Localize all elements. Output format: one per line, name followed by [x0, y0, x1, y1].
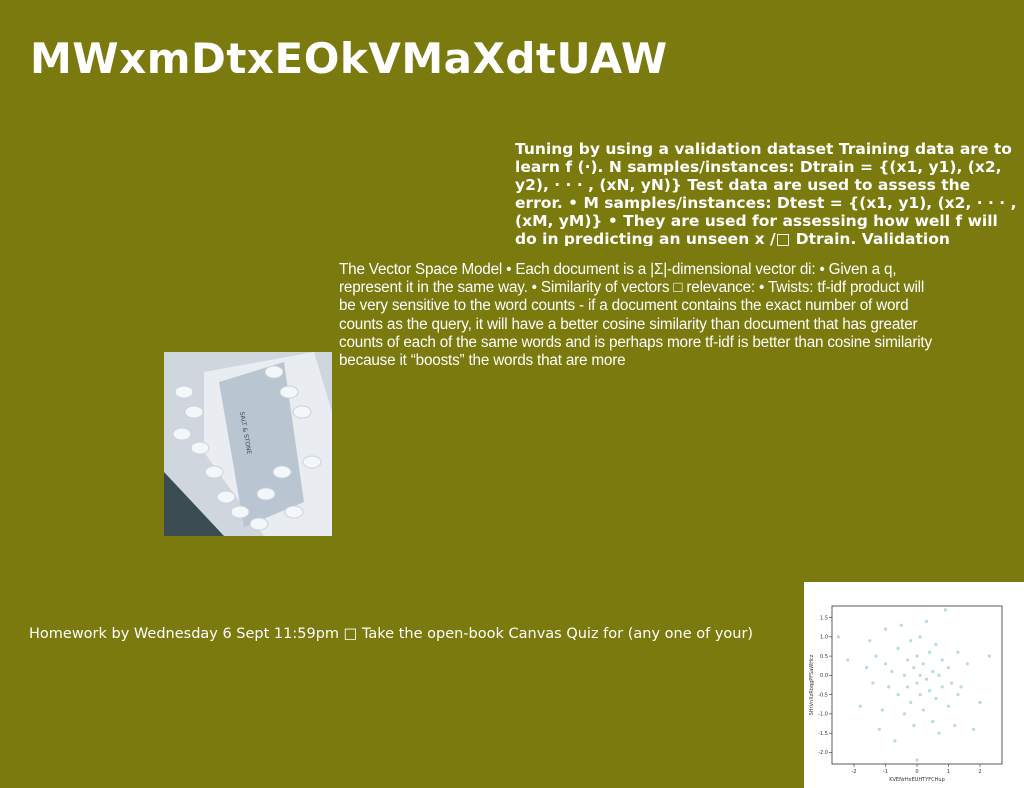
- scatter-point: [956, 650, 960, 654]
- y-tick-label: -2.0: [818, 750, 828, 756]
- scatter-point: [902, 712, 907, 716]
- scatter-point: [896, 646, 900, 650]
- scatter-point: [950, 681, 954, 685]
- scatter-point: [871, 681, 875, 685]
- scatter-point: [858, 704, 862, 708]
- scatter-point: [905, 685, 910, 689]
- x-tick-label: 0: [915, 769, 918, 775]
- plot-frame: [831, 605, 1003, 765]
- homework-text: Homework by Wednesday 6 Sept 11:59pm □ T…: [29, 626, 754, 642]
- y-tick-label: 0.5: [820, 654, 828, 660]
- scatter-point: [877, 727, 881, 731]
- scatter-point: [959, 685, 963, 689]
- scatter-point: [956, 693, 960, 697]
- scatter-point: [946, 666, 951, 670]
- scatter-point: [943, 608, 947, 612]
- scatter-point: [915, 758, 919, 762]
- scatter-point: [890, 669, 894, 674]
- y-tick-label: 1.0: [820, 635, 828, 641]
- scatter-point: [905, 658, 910, 662]
- scatter-point: [921, 708, 925, 712]
- x-tick-label: 1: [947, 769, 950, 775]
- y-tick-label: -1.5: [818, 731, 828, 737]
- y-tick-label: -0.5: [818, 692, 828, 698]
- scatter-point: [909, 639, 913, 643]
- scatter-point: [893, 739, 897, 743]
- scatter-point: [931, 720, 935, 724]
- scatter-point: [918, 635, 922, 639]
- x-axis-label: KVENrHxEUHTYFCHup: [889, 777, 945, 783]
- scatter-point: [868, 639, 872, 643]
- x-tick-label: -2: [852, 769, 857, 775]
- scatter-point: [924, 619, 929, 624]
- scatter-point: [921, 662, 925, 666]
- scatter-point: [924, 677, 929, 681]
- scatter-point: [937, 673, 941, 677]
- scatter-point: [912, 723, 916, 728]
- scatter-point: [965, 662, 969, 666]
- x-tick-label: 2: [978, 769, 981, 775]
- validation-text-block: Tuning by using a validation dataset Tra…: [515, 140, 1017, 246]
- vector-space-model-text: The Vector Space Model • Each document i…: [339, 261, 932, 369]
- scatter-point: [915, 681, 919, 685]
- scatter-point: [927, 650, 932, 654]
- y-tick-label: 0.0: [820, 673, 828, 679]
- scatter-point: [934, 642, 938, 647]
- scatter-point: [978, 700, 982, 704]
- scatter-plot: -2 -1 0 1 2 -2.0 -1.5 -1.0 -0.5 0.0 0.5 1.0 1.5 KVEN…: [809, 605, 1003, 783]
- scatter-point: [899, 623, 903, 627]
- scatter-point: [918, 693, 922, 697]
- y-tick-label: -1.0: [818, 712, 828, 718]
- product-photo-graphic: SALT & STONE: [164, 352, 332, 536]
- scatter-point: [934, 696, 938, 701]
- scatter-point: [874, 654, 878, 658]
- slide-title: MWxmDtxEOkVMaXdtUAW: [30, 34, 668, 83]
- scatter-point: [846, 658, 850, 662]
- scatter-point: [909, 700, 913, 704]
- scatter-point: [931, 669, 935, 674]
- scatter-point: [918, 673, 922, 677]
- scatter-point: [836, 635, 840, 639]
- scatter-chart: -2 -1 0 1 2 -2.0 -1.5 -1.0 -0.5 0.0 0.5 1.0 1.5 KVEN…: [804, 582, 1024, 788]
- scatter-point: [883, 627, 888, 631]
- x-tick-label: -1: [883, 769, 888, 775]
- scatter-point: [927, 689, 932, 693]
- scatter-point: [940, 658, 944, 662]
- scatter-point: [937, 731, 941, 735]
- scatter-point: [953, 723, 957, 728]
- scatter-point: [915, 654, 919, 658]
- scatter-point: [896, 693, 900, 697]
- scatter-point: [880, 708, 884, 712]
- y-tick-label: 1.5: [820, 615, 828, 621]
- scatter-point: [987, 654, 992, 658]
- scatter-point: [972, 727, 976, 731]
- scatter-point: [883, 662, 888, 666]
- scatter-point: [902, 673, 907, 677]
- scatter-point: [887, 685, 891, 689]
- product-photo: SALT & STONE: [164, 352, 332, 536]
- scatter-point: [940, 685, 944, 689]
- scatter-point: [946, 704, 951, 708]
- scatter-point: [912, 666, 916, 670]
- y-axis-label: SHrVnXzRbqgPFSaWHcz: [809, 654, 815, 715]
- scatter-point: [865, 666, 869, 670]
